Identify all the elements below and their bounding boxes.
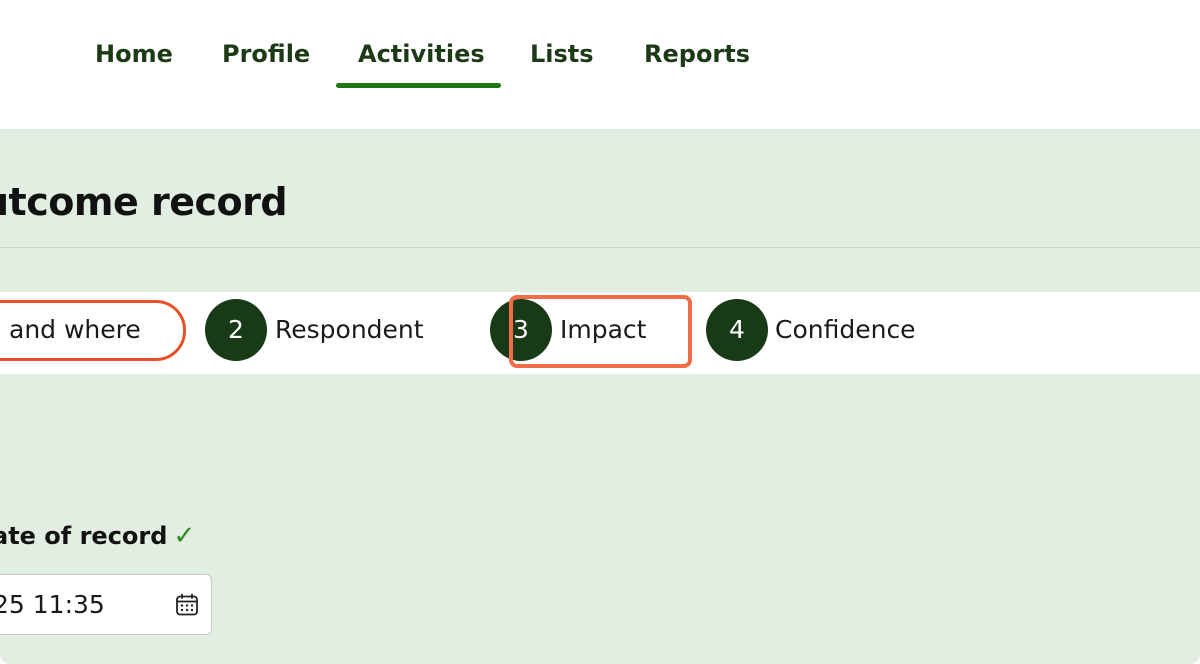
step-4-label[interactable]: Confidence [775, 312, 916, 348]
nav-item-lists[interactable]: Lists [530, 36, 594, 72]
date-value[interactable]: 25 11:35 [0, 587, 105, 623]
nav-item-home[interactable]: Home [95, 36, 173, 72]
nav-item-profile[interactable]: Profile [222, 36, 310, 72]
step-2-label[interactable]: Respondent [275, 312, 424, 348]
step-1-label[interactable]: and where [9, 312, 141, 348]
nav-item-reports[interactable]: Reports [644, 36, 750, 72]
step-3-highlight [509, 295, 692, 368]
page-title: utcome record [0, 180, 288, 224]
date-label-text: ate of record [0, 522, 168, 550]
date-of-record-input[interactable]: 25 11:35 [0, 574, 212, 635]
top-navigation: Home Profile Activities Lists Reports [0, 0, 1200, 129]
step-2-number[interactable]: 2 [205, 299, 267, 361]
app-window: Home Profile Activities Lists Reports ut… [0, 0, 1200, 664]
date-of-record-label: ate of record ✓ [0, 518, 195, 554]
nav-item-activities[interactable]: Activities [358, 36, 485, 72]
active-nav-indicator [336, 83, 501, 88]
check-icon: ✓ [173, 521, 196, 551]
calendar-icon[interactable] [175, 593, 199, 617]
title-divider [0, 247, 1200, 248]
step-4-number[interactable]: 4 [706, 299, 768, 361]
